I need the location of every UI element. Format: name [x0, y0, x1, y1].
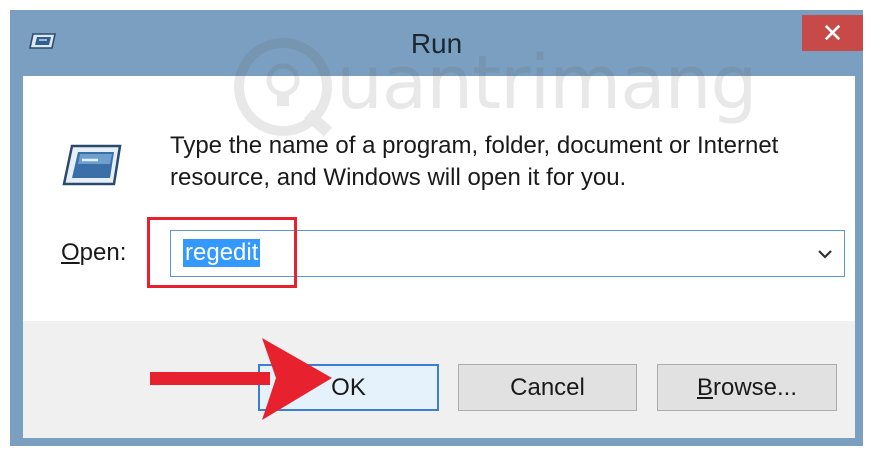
open-label-text: pen: [79, 239, 127, 266]
open-label-accelerator: O [61, 239, 80, 266]
close-button[interactable]: ✕ [802, 15, 863, 51]
open-label: Open: [61, 239, 126, 267]
run-dialog-window: Run ✕ uantrimang Type the name of a prog… [10, 10, 863, 446]
dropdown-button[interactable] [810, 232, 840, 275]
open-input-value[interactable]: regedit [183, 239, 261, 267]
window-title: Run [410, 28, 463, 59]
open-combobox[interactable]: regedit [170, 230, 845, 277]
run-app-icon [62, 144, 122, 186]
browse-label: rowse... [712, 374, 798, 401]
chevron-down-icon [818, 249, 832, 259]
dialog-description: Type the name of a program, folder, docu… [170, 132, 779, 191]
close-icon: ✕ [821, 18, 844, 48]
title-bar[interactable]: Run ✕ [10, 10, 863, 76]
dialog-body: uantrimang Type the name of a program, f… [23, 38, 855, 438]
cancel-button[interactable]: Cancel [458, 364, 637, 411]
browse-button[interactable]: Browse... [657, 364, 837, 411]
ok-button[interactable]: OK [258, 364, 439, 411]
button-bar: OK Cancel Browse... [23, 321, 855, 438]
browse-accelerator: B [696, 374, 713, 401]
